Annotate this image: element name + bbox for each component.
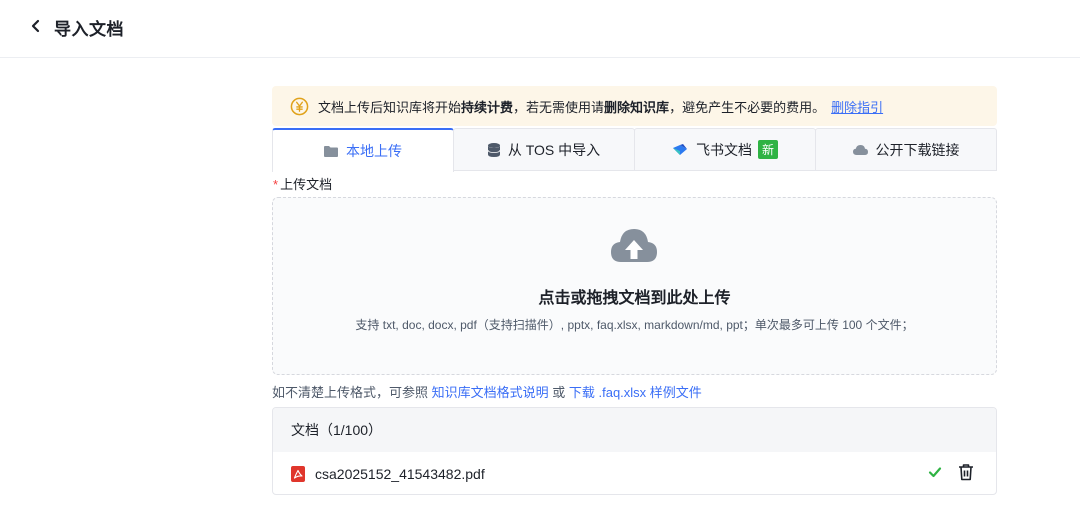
upload-dropzone[interactable]: 点击或拖拽文档到此处上传 支持 txt, doc, docx, pdf（支持扫描… [272,197,997,375]
yen-coin-icon [290,97,309,115]
document-list-header: 文档（1/100） [273,408,996,452]
tab-label: 飞书文档 [695,141,752,158]
upload-field-label: * 上传文档 [273,174,332,193]
upload-label-text: 上传文档 [280,177,333,192]
format-guide-link[interactable]: 知识库文档格式说明 [432,385,549,400]
tab-label: 从 TOS 中导入 [507,141,601,158]
notice-bold-2: 删除知识库 [604,99,670,115]
feishu-icon [672,143,688,157]
hint-prefix: 如不清楚上传格式，可参照 [272,385,432,400]
notice-text-2: ，若无需使用请 [513,99,605,115]
file-name: csa2025152_41543482.pdf [315,465,485,482]
cloud-upload-icon [611,229,657,262]
format-hint: 如不清楚上传格式，可参照 知识库文档格式说明 或 下载 .faq.xlsx 样例… [272,382,702,401]
database-icon [487,142,500,157]
top-bar: 导入文档 [0,0,1080,58]
folder-icon [324,145,338,157]
delete-guide-link[interactable]: 删除指引 [831,97,883,116]
dropzone-subtitle: 支持 txt, doc, docx, pdf（支持扫描件）, pptx, faq… [355,318,914,332]
tab-label: 公开下载链接 [875,141,960,158]
billing-notice: 文档上传后知识库将开始 持续计费 ，若无需使用请 删除知识库 ，避免产生不必要的费用。 … [272,86,997,126]
import-source-tabs: 本地上传 从 TOS 中导入 飞书文档 新 公开下载链接 [272,128,997,172]
download-sample-link[interactable]: 下载 .faq.xlsx 样例文件 [569,385,702,400]
dropzone-title: 点击或拖拽文档到此处上传 [538,290,731,307]
notice-text-3: ，避免产生不必要的费用。 [669,99,826,115]
notice-text-1: 文档上传后知识库将开始 [318,99,462,115]
tab-public-link[interactable]: 公开下载链接 [815,128,997,170]
page-title: 导入文档 [54,20,124,39]
tab-local-upload[interactable]: 本地上传 [272,128,454,172]
list-item: csa2025152_41543482.pdf [273,452,996,494]
required-mark: * [273,177,279,192]
document-list: 文档（1/100） csa2025152_41543482.pdf [272,407,997,495]
cloud-icon [852,144,868,155]
pdf-file-icon [291,465,305,482]
tab-tos-import[interactable]: 从 TOS 中导入 [453,128,635,170]
check-icon [928,467,942,478]
hint-middle: 或 [548,385,569,400]
back-chevron-icon[interactable] [28,15,44,37]
new-badge: 新 [757,140,778,159]
notice-bold-1: 持续计费 [461,99,514,115]
tab-feishu-docs[interactable]: 飞书文档 新 [634,128,816,170]
tab-label: 本地上传 [346,143,402,159]
trash-icon[interactable] [958,463,974,481]
